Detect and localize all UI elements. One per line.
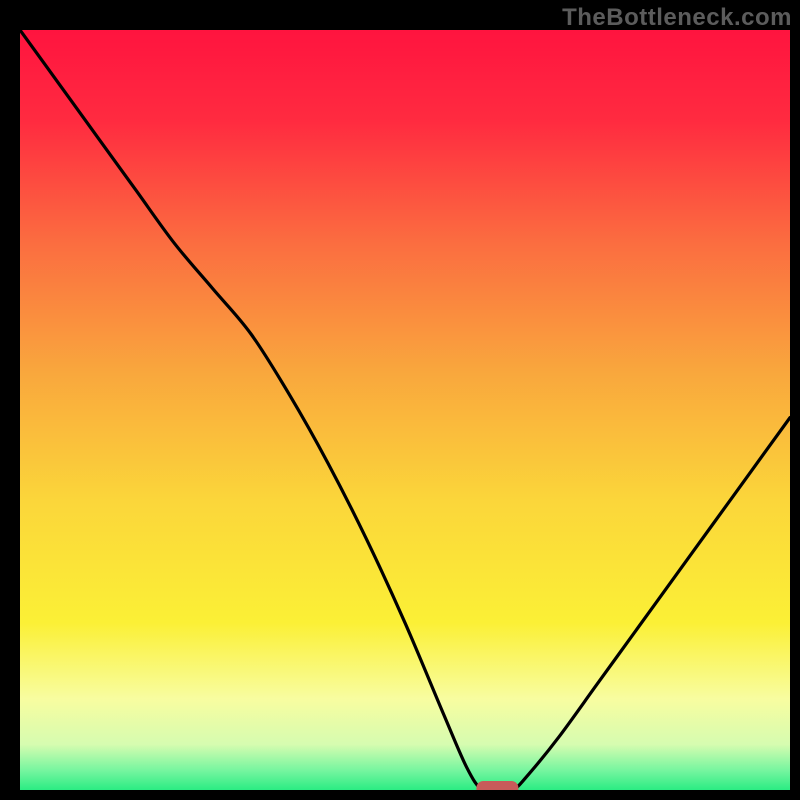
optimum-marker [476,781,518,790]
watermark-label: TheBottleneck.com [562,4,792,32]
bottleneck-chart [20,30,790,790]
gradient-background [20,30,790,790]
chart-frame: TheBottleneck.com [0,0,800,800]
plot-area [20,30,790,790]
